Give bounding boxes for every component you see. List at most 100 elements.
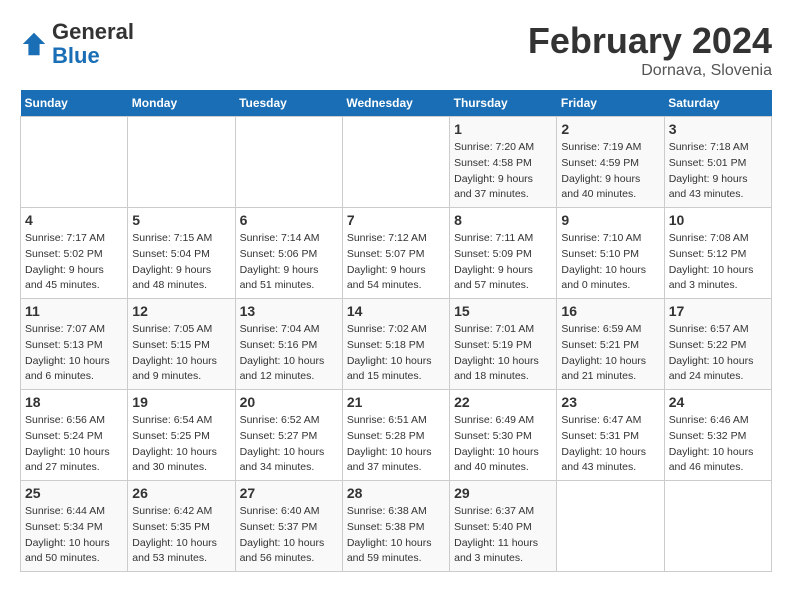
day-info: Sunrise: 7:07 AM Sunset: 5:13 PM Dayligh… — [25, 322, 123, 385]
day-number: 12 — [132, 303, 230, 319]
day-number: 16 — [561, 303, 659, 319]
logo: General Blue — [20, 20, 134, 68]
calendar-cell: 1 Sunrise: 7:20 AM Sunset: 4:58 PM Daylig… — [450, 117, 557, 208]
calendar-day-header: Monday — [128, 90, 235, 117]
day-info: Sunrise: 7:04 AM Sunset: 5:16 PM Dayligh… — [240, 322, 338, 385]
calendar-cell — [21, 117, 128, 208]
calendar-week-row: 18 Sunrise: 6:56 AM Sunset: 5:24 PM Dayli… — [21, 390, 772, 481]
day-info: Sunrise: 7:12 AM Sunset: 5:07 PM Dayligh… — [347, 231, 445, 294]
day-number: 13 — [240, 303, 338, 319]
page-header: General Blue February 2024 Dornava, Slov… — [20, 20, 772, 80]
calendar-cell: 28 Sunrise: 6:38 AM Sunset: 5:38 PM Dayli… — [342, 481, 449, 572]
day-info: Sunrise: 7:11 AM Sunset: 5:09 PM Dayligh… — [454, 231, 552, 294]
day-info: Sunrise: 6:44 AM Sunset: 5:34 PM Dayligh… — [25, 504, 123, 567]
calendar-cell: 23Sunrise: 6:47 AM Sunset: 5:31 PM Dayli… — [557, 390, 664, 481]
day-number: 17 — [669, 303, 767, 319]
calendar-cell: 29 Sunrise: 6:37 AM Sunset: 5:40 PM Dayli… — [450, 481, 557, 572]
title-block: February 2024 Dornava, Slovenia — [528, 20, 772, 80]
day-info: Sunrise: 7:17 AM Sunset: 5:02 PM Dayligh… — [25, 231, 123, 294]
day-number: 21 — [347, 394, 445, 410]
calendar-cell: 26 Sunrise: 6:42 AM Sunset: 5:35 PM Dayli… — [128, 481, 235, 572]
day-info: Sunrise: 7:02 AM Sunset: 5:18 PM Dayligh… — [347, 322, 445, 385]
day-number: 11 — [25, 303, 123, 319]
calendar-cell — [557, 481, 664, 572]
calendar-day-header: Sunday — [21, 90, 128, 117]
day-info: Sunrise: 7:20 AM Sunset: 4:58 PM Dayligh… — [454, 140, 552, 203]
day-number: 7 — [347, 212, 445, 228]
calendar-day-header: Thursday — [450, 90, 557, 117]
calendar-cell: 22 Sunrise: 6:49 AM Sunset: 5:30 PM Dayli… — [450, 390, 557, 481]
day-number: 29 — [454, 485, 552, 501]
calendar-cell — [664, 481, 771, 572]
calendar-cell: 16 Sunrise: 6:59 AM Sunset: 5:21 PM Dayli… — [557, 299, 664, 390]
day-number: 27 — [240, 485, 338, 501]
calendar-cell: 27Sunrise: 6:40 AM Sunset: 5:37 PM Dayli… — [235, 481, 342, 572]
calendar-week-row: 4 Sunrise: 7:17 AM Sunset: 5:02 PM Daylig… — [21, 208, 772, 299]
day-number: 2 — [561, 121, 659, 137]
day-number: 3 — [669, 121, 767, 137]
calendar-week-row: 11 Sunrise: 7:07 AM Sunset: 5:13 PM Dayli… — [21, 299, 772, 390]
main-title: February 2024 — [528, 20, 772, 62]
day-number: 28 — [347, 485, 445, 501]
calendar-cell: 19 Sunrise: 6:54 AM Sunset: 5:25 PM Dayli… — [128, 390, 235, 481]
day-number: 9 — [561, 212, 659, 228]
day-number: 1 — [454, 121, 552, 137]
calendar-cell — [128, 117, 235, 208]
calendar-header-row: SundayMondayTuesdayWednesdayThursdayFrid… — [21, 90, 772, 117]
day-number: 6 — [240, 212, 338, 228]
day-info: Sunrise: 7:18 AM Sunset: 5:01 PM Dayligh… — [669, 140, 767, 203]
calendar-cell: 20 Sunrise: 6:52 AM Sunset: 5:27 PM Dayli… — [235, 390, 342, 481]
calendar-cell: 2 Sunrise: 7:19 AM Sunset: 4:59 PM Daylig… — [557, 117, 664, 208]
calendar-cell: 3 Sunrise: 7:18 AM Sunset: 5:01 PM Daylig… — [664, 117, 771, 208]
day-info: Sunrise: 6:52 AM Sunset: 5:27 PM Dayligh… — [240, 413, 338, 476]
calendar-cell: 8 Sunrise: 7:11 AM Sunset: 5:09 PM Daylig… — [450, 208, 557, 299]
day-info: Sunrise: 6:56 AM Sunset: 5:24 PM Dayligh… — [25, 413, 123, 476]
calendar-day-header: Wednesday — [342, 90, 449, 117]
calendar-cell — [235, 117, 342, 208]
day-info: Sunrise: 6:42 AM Sunset: 5:35 PM Dayligh… — [132, 504, 230, 567]
calendar-cell: 18 Sunrise: 6:56 AM Sunset: 5:24 PM Dayli… — [21, 390, 128, 481]
day-number: 20 — [240, 394, 338, 410]
day-info: Sunrise: 7:08 AM Sunset: 5:12 PM Dayligh… — [669, 231, 767, 294]
calendar-cell: 7 Sunrise: 7:12 AM Sunset: 5:07 PM Daylig… — [342, 208, 449, 299]
calendar-cell: 14 Sunrise: 7:02 AM Sunset: 5:18 PM Dayli… — [342, 299, 449, 390]
calendar-cell: 4 Sunrise: 7:17 AM Sunset: 5:02 PM Daylig… — [21, 208, 128, 299]
day-number: 14 — [347, 303, 445, 319]
logo-icon — [20, 30, 48, 58]
calendar-cell: 25 Sunrise: 6:44 AM Sunset: 5:34 PM Dayli… — [21, 481, 128, 572]
calendar-cell: 9Sunrise: 7:10 AM Sunset: 5:10 PM Daylig… — [557, 208, 664, 299]
day-number: 22 — [454, 394, 552, 410]
calendar-day-header: Saturday — [664, 90, 771, 117]
day-info: Sunrise: 6:38 AM Sunset: 5:38 PM Dayligh… — [347, 504, 445, 567]
calendar-cell: 24Sunrise: 6:46 AM Sunset: 5:32 PM Dayli… — [664, 390, 771, 481]
calendar-cell: 11 Sunrise: 7:07 AM Sunset: 5:13 PM Dayli… — [21, 299, 128, 390]
day-number: 10 — [669, 212, 767, 228]
calendar-day-header: Tuesday — [235, 90, 342, 117]
calendar-day-header: Friday — [557, 90, 664, 117]
day-number: 18 — [25, 394, 123, 410]
day-number: 24 — [669, 394, 767, 410]
day-info: Sunrise: 7:19 AM Sunset: 4:59 PM Dayligh… — [561, 140, 659, 203]
day-number: 26 — [132, 485, 230, 501]
day-number: 5 — [132, 212, 230, 228]
calendar-cell: 12 Sunrise: 7:05 AM Sunset: 5:15 PM Dayli… — [128, 299, 235, 390]
day-info: Sunrise: 6:51 AM Sunset: 5:28 PM Dayligh… — [347, 413, 445, 476]
day-info: Sunrise: 6:57 AM Sunset: 5:22 PM Dayligh… — [669, 322, 767, 385]
day-info: Sunrise: 6:37 AM Sunset: 5:40 PM Dayligh… — [454, 504, 552, 567]
logo-text: General Blue — [52, 20, 134, 68]
day-info: Sunrise: 6:49 AM Sunset: 5:30 PM Dayligh… — [454, 413, 552, 476]
day-number: 25 — [25, 485, 123, 501]
day-number: 19 — [132, 394, 230, 410]
calendar-table: SundayMondayTuesdayWednesdayThursdayFrid… — [20, 90, 772, 572]
day-info: Sunrise: 6:47 AM Sunset: 5:31 PM Dayligh… — [561, 413, 659, 476]
day-info: Sunrise: 7:05 AM Sunset: 5:15 PM Dayligh… — [132, 322, 230, 385]
day-number: 4 — [25, 212, 123, 228]
day-info: Sunrise: 6:54 AM Sunset: 5:25 PM Dayligh… — [132, 413, 230, 476]
day-info: Sunrise: 6:59 AM Sunset: 5:21 PM Dayligh… — [561, 322, 659, 385]
logo-general: General — [52, 19, 134, 44]
calendar-cell — [342, 117, 449, 208]
calendar-body: 1 Sunrise: 7:20 AM Sunset: 4:58 PM Daylig… — [21, 117, 772, 572]
calendar-cell: 10 Sunrise: 7:08 AM Sunset: 5:12 PM Dayli… — [664, 208, 771, 299]
calendar-cell: 13 Sunrise: 7:04 AM Sunset: 5:16 PM Dayli… — [235, 299, 342, 390]
day-number: 8 — [454, 212, 552, 228]
